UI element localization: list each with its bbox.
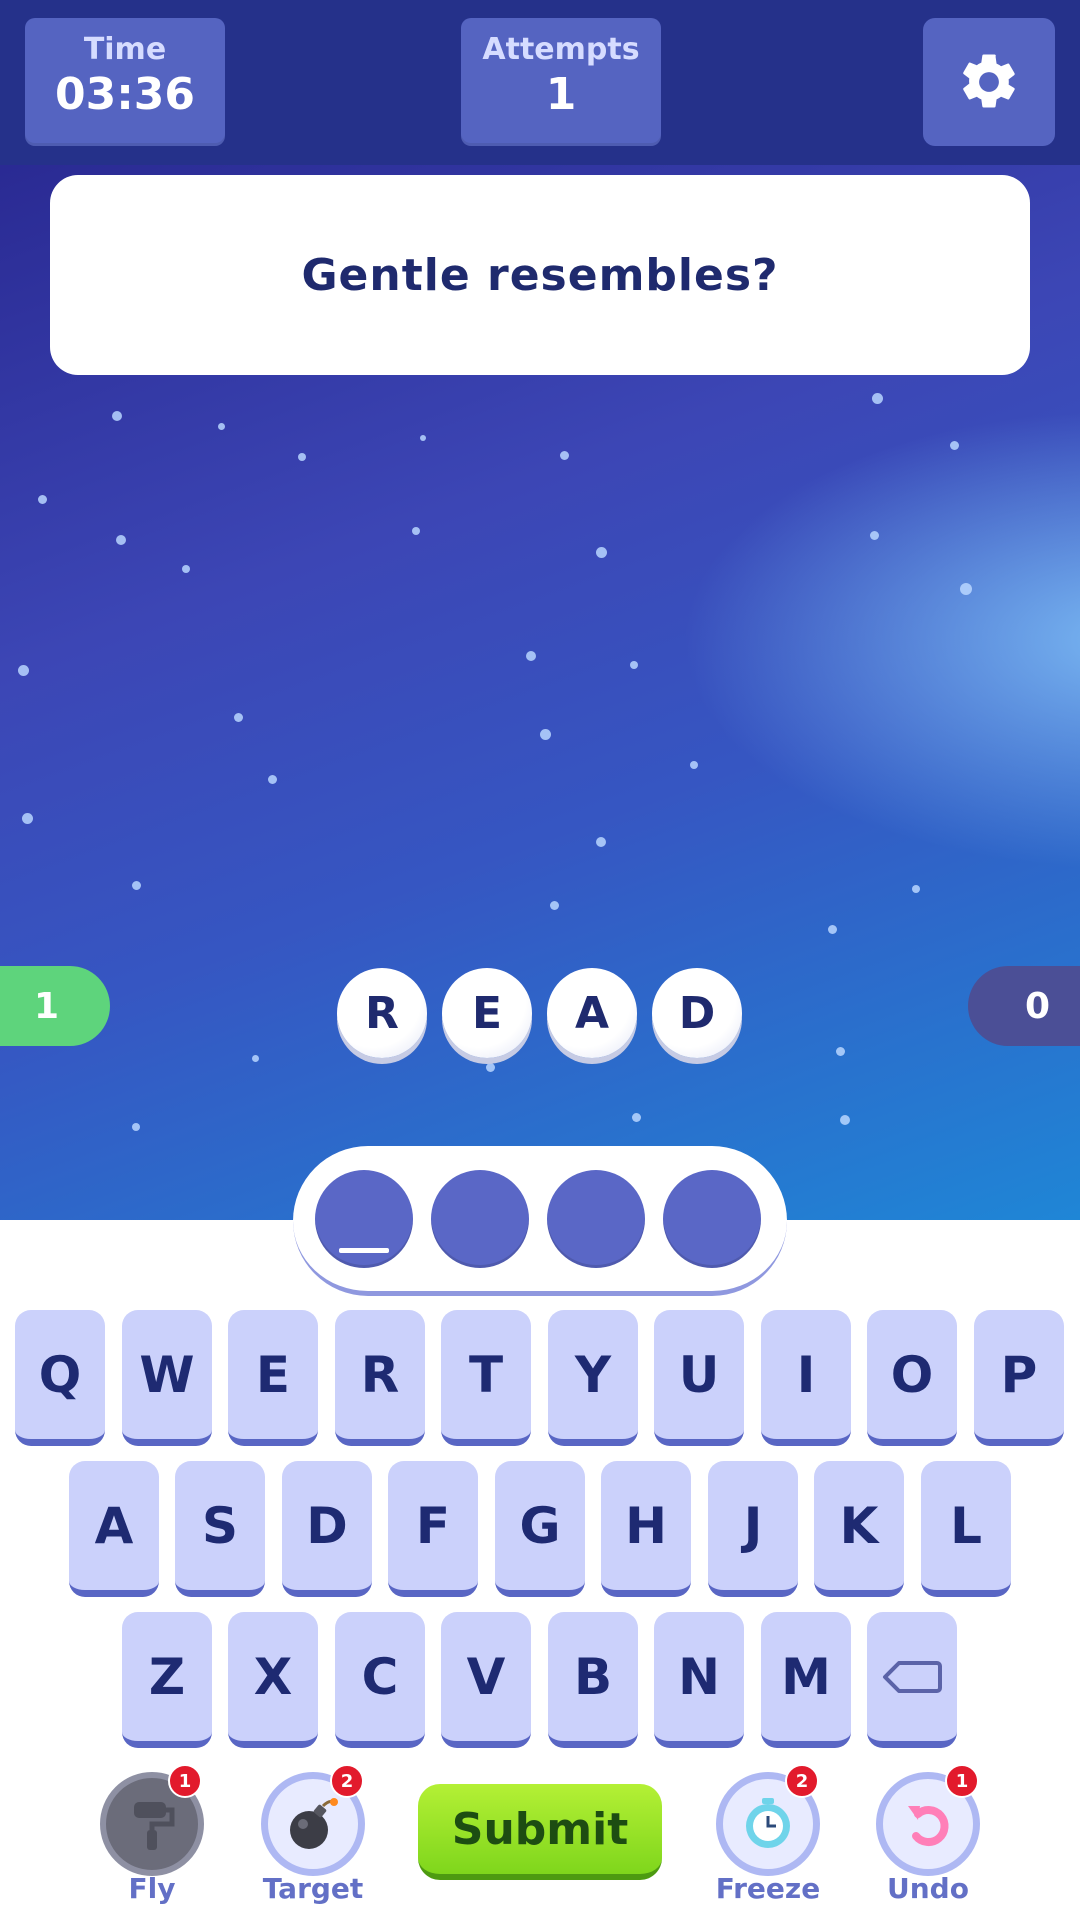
backspace-icon bbox=[883, 1660, 942, 1693]
settings-button[interactable] bbox=[923, 18, 1055, 146]
star bbox=[218, 423, 225, 430]
undo-label: Undo bbox=[887, 1872, 969, 1905]
key-o[interactable]: O bbox=[867, 1310, 957, 1446]
target-count-badge: 2 bbox=[330, 1764, 364, 1798]
answer-slot[interactable] bbox=[547, 1170, 645, 1268]
star bbox=[632, 1113, 641, 1122]
key-q[interactable]: Q bbox=[15, 1310, 105, 1446]
paint-roller-icon bbox=[134, 1802, 175, 1850]
star bbox=[836, 1047, 845, 1056]
star bbox=[840, 1115, 850, 1125]
star bbox=[182, 565, 190, 573]
star bbox=[596, 547, 607, 558]
player-score: 1 bbox=[0, 966, 110, 1046]
timer-value: 03:36 bbox=[54, 69, 196, 120]
star bbox=[112, 411, 122, 421]
target-label: Target bbox=[262, 1872, 364, 1905]
star bbox=[116, 535, 126, 545]
key-w[interactable]: W bbox=[122, 1310, 212, 1446]
letter-ball[interactable]: R bbox=[337, 968, 427, 1058]
star bbox=[132, 1123, 140, 1131]
key-m[interactable]: M bbox=[761, 1612, 851, 1748]
star bbox=[550, 901, 559, 910]
bomb-icon bbox=[290, 1798, 338, 1849]
key-k[interactable]: K bbox=[814, 1461, 904, 1597]
star bbox=[560, 451, 569, 460]
star bbox=[828, 925, 837, 934]
key-n[interactable]: N bbox=[654, 1612, 744, 1748]
letter-ball[interactable]: A bbox=[547, 968, 637, 1058]
answer-slot[interactable] bbox=[663, 1170, 761, 1268]
key-f[interactable]: F bbox=[388, 1461, 478, 1597]
key-h[interactable]: H bbox=[601, 1461, 691, 1597]
star bbox=[412, 527, 420, 535]
key-b[interactable]: B bbox=[548, 1612, 638, 1748]
top-bar: Time 03:36 Attempts 1 bbox=[0, 0, 1080, 165]
key-g[interactable]: G bbox=[495, 1461, 585, 1597]
attempts-label: Attempts bbox=[482, 32, 640, 67]
star bbox=[950, 441, 959, 450]
letter-ball[interactable]: D bbox=[652, 968, 742, 1058]
star bbox=[22, 813, 33, 824]
star bbox=[252, 1055, 259, 1062]
star bbox=[298, 453, 306, 461]
key-x[interactable]: X bbox=[228, 1612, 318, 1748]
star bbox=[526, 651, 536, 661]
star bbox=[486, 1063, 495, 1072]
star bbox=[912, 885, 920, 893]
question-card: Gentle resembles? bbox=[50, 175, 1030, 375]
undo-arrow-icon bbox=[908, 1806, 949, 1847]
key-y[interactable]: Y bbox=[548, 1310, 638, 1446]
key-p[interactable]: P bbox=[974, 1310, 1064, 1446]
freeze-label: Freeze bbox=[715, 1872, 821, 1905]
answer-tray bbox=[293, 1146, 787, 1296]
timer-label: Time bbox=[83, 32, 167, 67]
key-t[interactable]: T bbox=[441, 1310, 531, 1446]
backspace-key[interactable] bbox=[867, 1612, 957, 1748]
star bbox=[630, 661, 638, 669]
key-r[interactable]: R bbox=[335, 1310, 425, 1446]
star bbox=[870, 531, 879, 540]
key-z[interactable]: Z bbox=[122, 1612, 212, 1748]
undo-count-badge: 1 bbox=[945, 1764, 979, 1798]
star bbox=[18, 665, 29, 676]
star bbox=[234, 713, 243, 722]
frozen-clock-icon bbox=[746, 1798, 790, 1848]
star bbox=[596, 837, 606, 847]
attempts-box: Attempts 1 bbox=[461, 18, 661, 146]
key-a[interactable]: A bbox=[69, 1461, 159, 1597]
key-l[interactable]: L bbox=[921, 1461, 1011, 1597]
star bbox=[540, 729, 551, 740]
key-e[interactable]: E bbox=[228, 1310, 318, 1446]
attempts-value: 1 bbox=[545, 69, 577, 120]
star bbox=[38, 495, 47, 504]
gear-icon bbox=[963, 54, 1015, 108]
freeze-count-badge: 2 bbox=[785, 1764, 819, 1798]
key-i[interactable]: I bbox=[761, 1310, 851, 1446]
opponent-score: 0 bbox=[968, 966, 1080, 1046]
letter-ball[interactable]: E bbox=[442, 968, 532, 1058]
key-c[interactable]: C bbox=[335, 1612, 425, 1748]
key-j[interactable]: J bbox=[708, 1461, 798, 1597]
star bbox=[690, 761, 698, 769]
key-u[interactable]: U bbox=[654, 1310, 744, 1446]
fly-count-badge: 1 bbox=[168, 1764, 202, 1798]
star bbox=[420, 435, 426, 441]
star bbox=[960, 583, 972, 595]
submit-button[interactable]: Submit bbox=[418, 1784, 662, 1880]
timer-box: Time 03:36 bbox=[25, 18, 225, 146]
key-d[interactable]: D bbox=[282, 1461, 372, 1597]
answer-slot[interactable] bbox=[431, 1170, 529, 1268]
key-v[interactable]: V bbox=[441, 1612, 531, 1748]
star bbox=[132, 881, 141, 890]
fly-label: Fly bbox=[128, 1872, 176, 1905]
star bbox=[872, 393, 883, 404]
question-text: Gentle resembles? bbox=[301, 249, 779, 301]
answer-slot[interactable] bbox=[315, 1170, 413, 1268]
key-s[interactable]: S bbox=[175, 1461, 265, 1597]
star bbox=[268, 775, 277, 784]
